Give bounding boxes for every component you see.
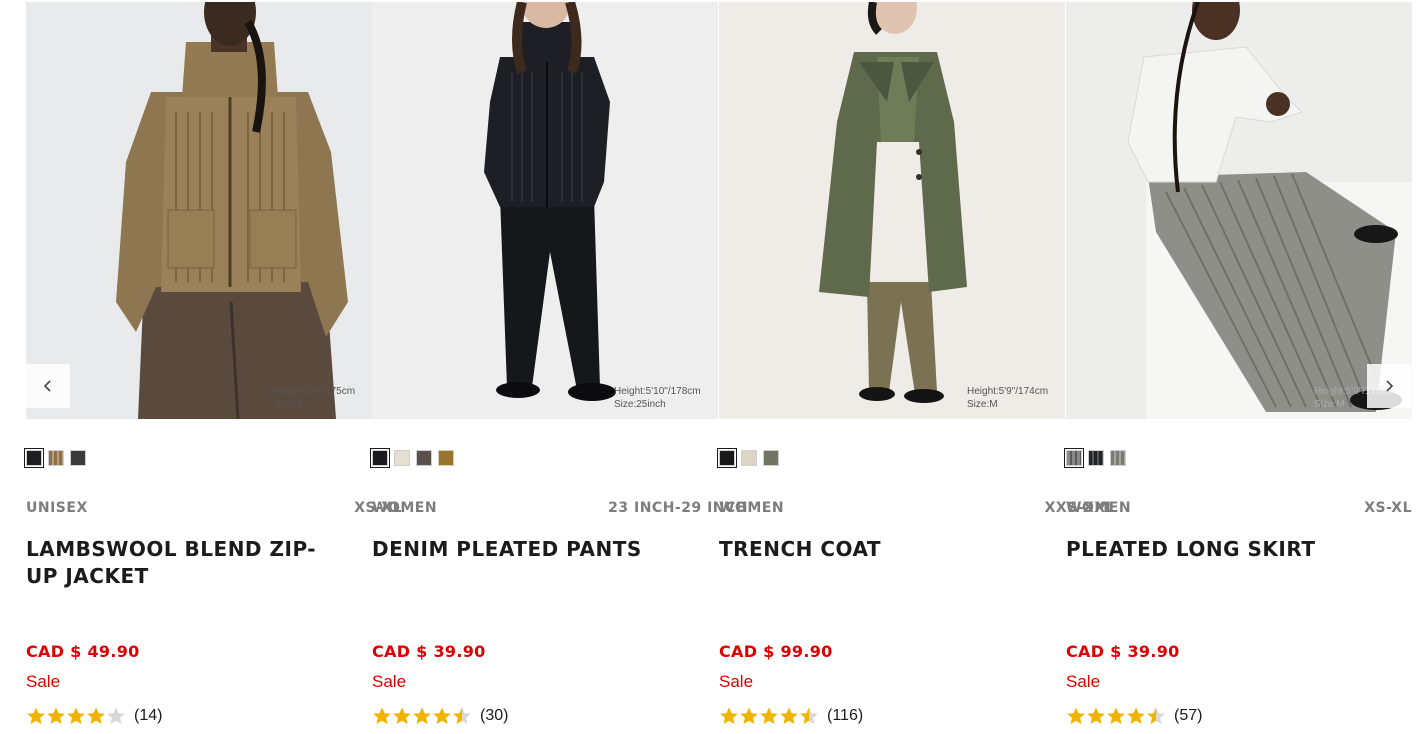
rating[interactable]: (57) xyxy=(1066,706,1202,726)
product-price: CAD $ 99.90 xyxy=(719,642,833,661)
meta-row: UNISEX XS-XL WOMEN 23 INCH-29 INCH WOMEN… xyxy=(26,500,1412,518)
sale-label: Sale xyxy=(26,672,61,691)
product-image[interactable]: Height:5'9"/176cm Size:M xyxy=(1066,2,1412,419)
star-icon xyxy=(780,707,798,724)
product-card[interactable]: Height:5'9"/174cm Size:M TRENCH COAT CAD… xyxy=(717,2,1065,734)
star-icon xyxy=(1107,707,1125,724)
rating-stars xyxy=(1066,706,1166,726)
rating[interactable]: (14) xyxy=(26,706,162,726)
gender-label: WOMEN xyxy=(719,500,785,516)
star-icon xyxy=(800,707,818,724)
color-swatch[interactable] xyxy=(763,450,779,466)
color-swatches xyxy=(24,448,86,468)
svg-text:Height:5'9"/175cm: Height:5'9"/175cm xyxy=(274,386,355,397)
svg-text:Size:M: Size:M xyxy=(967,399,998,410)
color-swatch[interactable] xyxy=(741,450,757,466)
star-icon xyxy=(393,707,411,724)
svg-text:Size:S: Size:S xyxy=(274,399,303,410)
star-icon xyxy=(1067,707,1085,724)
carousel-next-button[interactable] xyxy=(1367,364,1411,408)
gender-label: UNISEX xyxy=(26,500,88,516)
star-icon xyxy=(413,707,431,724)
color-swatch[interactable] xyxy=(70,450,86,466)
size-range: XS-XL xyxy=(1364,500,1412,516)
star-icon xyxy=(740,707,758,724)
color-swatch[interactable] xyxy=(1088,450,1104,466)
product-card[interactable]: Height:5'10"/178cm Size:25inch DENIM PLE… xyxy=(370,2,718,734)
svg-text:Height:5'10"/178cm: Height:5'10"/178cm xyxy=(614,386,701,397)
star-icon xyxy=(1147,707,1165,724)
product-name[interactable]: LAMBSWOOL BLEND ZIP-UP JACKET xyxy=(26,536,326,590)
star-icon xyxy=(1127,707,1145,724)
star-icon xyxy=(760,707,778,724)
rating[interactable]: (30) xyxy=(372,706,508,726)
review-count: (116) xyxy=(827,707,864,724)
product-price: CAD $ 49.90 xyxy=(26,642,140,661)
gender-label: WOMEN xyxy=(1066,500,1132,516)
star-icon xyxy=(453,707,471,724)
rating-stars xyxy=(719,706,819,726)
color-swatch[interactable] xyxy=(1110,450,1126,466)
rating-stars xyxy=(372,706,472,726)
product-card[interactable]: Height:5'9"/175cm Size:S LAMBSWOOL BLEND… xyxy=(24,2,372,734)
carousel-prev-button[interactable] xyxy=(26,364,70,408)
product-name[interactable]: DENIM PLEATED PANTS xyxy=(372,536,672,563)
review-count: (14) xyxy=(134,707,163,724)
product-carousel: Height:5'9"/175cm Size:S LAMBSWOOL BLEND… xyxy=(24,2,1412,734)
color-swatch[interactable] xyxy=(438,450,454,466)
color-swatch[interactable] xyxy=(370,448,390,468)
color-swatch[interactable] xyxy=(24,448,44,468)
product-price: CAD $ 39.90 xyxy=(372,642,486,661)
sale-label: Sale xyxy=(719,672,754,691)
chevron-left-icon xyxy=(43,380,51,392)
product-image[interactable]: Height:5'10"/178cm Size:25inch xyxy=(372,2,718,419)
sale-label: Sale xyxy=(1066,672,1101,691)
color-swatches xyxy=(370,448,454,468)
color-swatches xyxy=(717,448,779,468)
review-count: (57) xyxy=(1174,707,1203,724)
color-swatch[interactable] xyxy=(394,450,410,466)
product-name[interactable]: PLEATED LONG SKIRT xyxy=(1066,536,1366,563)
star-icon xyxy=(1087,707,1105,724)
rating-stars xyxy=(26,706,126,726)
star-icon xyxy=(433,707,451,724)
color-swatch[interactable] xyxy=(717,448,737,468)
star-icon xyxy=(720,707,738,724)
product-card[interactable]: Height:5'9"/176cm Size:M PLEATED LONG SK… xyxy=(1064,2,1412,734)
star-icon xyxy=(87,707,105,724)
gender-label: WOMEN xyxy=(372,500,438,516)
product-price: CAD $ 39.90 xyxy=(1066,642,1180,661)
product-name[interactable]: TRENCH COAT xyxy=(719,536,1019,563)
rating[interactable]: (116) xyxy=(719,706,863,726)
color-swatch[interactable] xyxy=(48,450,64,466)
color-swatch[interactable] xyxy=(1064,448,1084,468)
sale-label: Sale xyxy=(372,672,407,691)
product-image[interactable]: Height:5'9"/175cm Size:S xyxy=(26,2,372,419)
svg-text:Height:5'9"/174cm: Height:5'9"/174cm xyxy=(967,386,1048,397)
product-image[interactable]: Height:5'9"/174cm Size:M xyxy=(719,2,1065,419)
star-icon xyxy=(67,707,85,724)
chevron-right-icon xyxy=(1386,380,1394,392)
star-icon xyxy=(107,707,125,724)
color-swatch[interactable] xyxy=(416,450,432,466)
svg-text:Size:25inch: Size:25inch xyxy=(614,399,666,410)
star-icon xyxy=(47,707,65,724)
review-count: (30) xyxy=(480,707,509,724)
star-icon xyxy=(373,707,391,724)
color-swatches xyxy=(1064,448,1126,468)
star-icon xyxy=(27,707,45,724)
svg-text:Size:M: Size:M xyxy=(1314,399,1345,410)
